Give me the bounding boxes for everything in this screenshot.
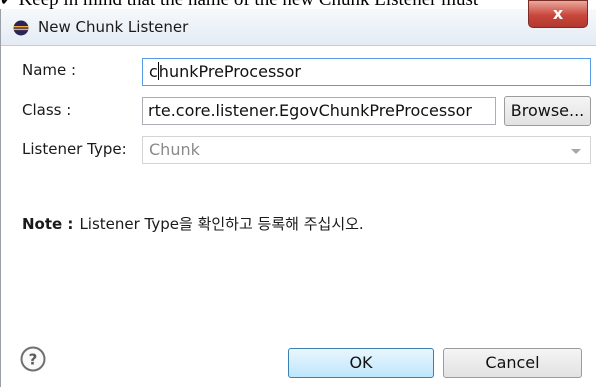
cancel-button-label: Cancel [485, 353, 540, 372]
eclipse-icon [13, 20, 29, 36]
title-bar: New Chunk Listener x [1, 0, 596, 46]
class-input[interactable]: rte.core.listener.EgovChunkPreProcessor [142, 97, 496, 125]
name-input[interactable]: chunkPreProcessor [142, 58, 591, 86]
ok-button-label: OK [349, 353, 373, 372]
close-icon: x [552, 4, 564, 23]
caption-text: ✔ Keep in mind that the name of the new C… [0, 0, 596, 9]
close-button[interactable]: x [528, 0, 588, 28]
help-icon[interactable]: ? [20, 346, 46, 372]
chevron-down-icon [571, 149, 581, 154]
dialog-window: New Chunk Listener x Name : chunkPreProc… [0, 0, 596, 387]
class-label: Class : [22, 101, 72, 119]
ok-button[interactable]: OK [288, 348, 434, 378]
browse-button-label: Browse... [510, 101, 585, 120]
listener-type-value: Chunk [149, 140, 200, 159]
svg-text:?: ? [29, 351, 38, 369]
browse-button[interactable]: Browse... [504, 96, 591, 126]
dialog-content: Name : chunkPreProcessor Class : rte.cor… [1, 47, 596, 387]
note-label: Note : [22, 215, 74, 233]
note-text: Listener Type을 확인하고 등록해 주십시오. [79, 215, 364, 233]
cancel-button[interactable]: Cancel [443, 348, 582, 378]
class-value: rte.core.listener.EgovChunkPreProcessor [148, 101, 472, 120]
name-value-before-caret: c [149, 62, 158, 81]
name-label: Name : [22, 61, 77, 79]
note-message: Note : Listener Type을 확인하고 등록해 주십시오. [22, 213, 364, 234]
listener-type-label: Listener Type: [22, 140, 127, 158]
name-value-after-caret: hunkPreProcessor [158, 62, 301, 81]
listener-type-select[interactable]: Chunk [142, 136, 591, 164]
check-icon: ✔ [0, 0, 13, 9]
window-title: New Chunk Listener [38, 18, 189, 36]
caption-label: Keep in mind that the name of the new Ch… [19, 0, 479, 9]
